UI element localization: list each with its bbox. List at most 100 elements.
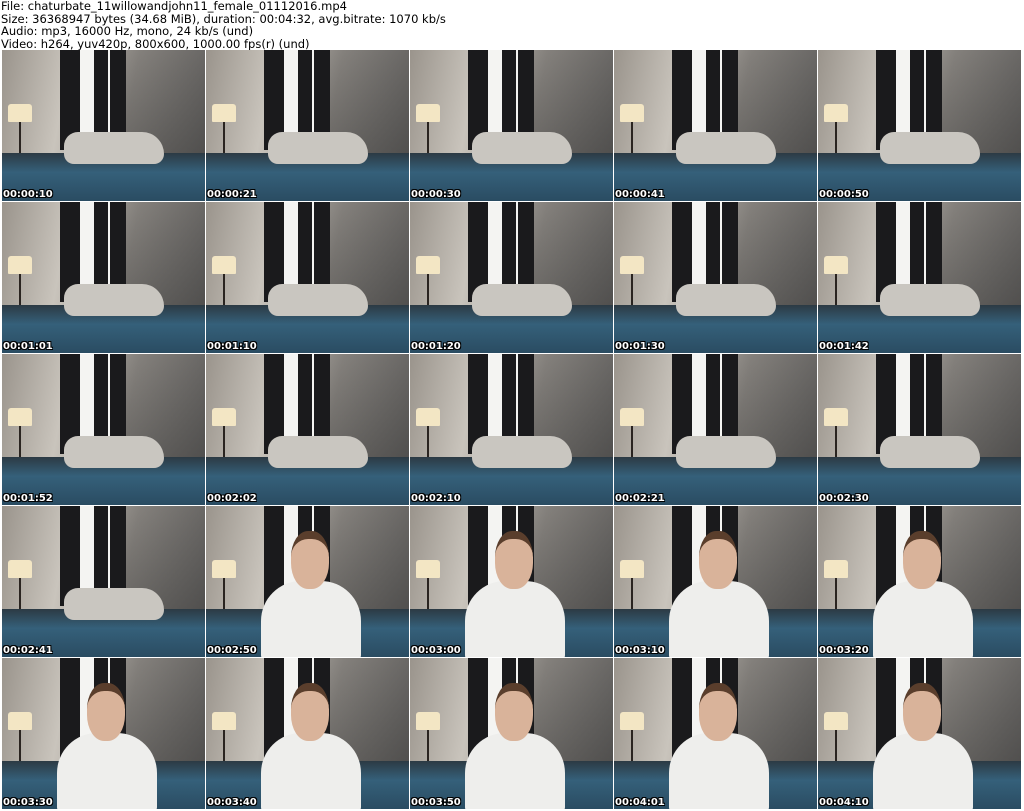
video-thumbnail: 00:02:10: [410, 354, 613, 505]
lamp-stand: [427, 274, 429, 306]
timestamp: 00:00:10: [3, 189, 53, 200]
person: [654, 526, 784, 657]
video-thumbnail: 00:01:52: [2, 354, 205, 505]
video-thumbnail: 00:03:30: [2, 658, 205, 809]
person: [450, 526, 580, 657]
timestamp: 00:01:30: [615, 341, 665, 352]
video-thumbnail: 00:02:50: [206, 506, 409, 657]
lamp-stand: [835, 578, 837, 610]
pillows: [64, 588, 164, 620]
video-thumbnail: 00:01:30: [614, 202, 817, 353]
video-thumbnail: 00:03:20: [818, 506, 1021, 657]
video-thumbnail: 00:01:20: [410, 202, 613, 353]
timestamp: 00:00:41: [615, 189, 665, 200]
lamp: [212, 408, 236, 426]
timestamp: 00:03:20: [819, 645, 869, 656]
file-name: File: chaturbate_11willowandjohn11_femal…: [1, 0, 347, 13]
lamp-stand: [19, 730, 21, 762]
pillows: [472, 284, 572, 316]
video-thumbnail: 00:04:01: [614, 658, 817, 809]
pillows: [472, 132, 572, 164]
video-thumbnail: 00:02:30: [818, 354, 1021, 505]
person: [858, 526, 988, 657]
lamp: [620, 712, 644, 730]
timestamp: 00:03:50: [411, 797, 461, 808]
video-thumbnail: 00:02:41: [2, 506, 205, 657]
video-thumbnail: 00:02:21: [614, 354, 817, 505]
lamp: [620, 408, 644, 426]
timestamp: 00:00:21: [207, 189, 257, 200]
timestamp: 00:01:42: [819, 341, 869, 352]
lamp: [8, 560, 32, 578]
timestamp: 00:00:30: [411, 189, 461, 200]
pillows: [472, 436, 572, 468]
lamp-stand: [835, 274, 837, 306]
lamp-stand: [631, 730, 633, 762]
lamp: [212, 256, 236, 274]
person: [246, 526, 376, 657]
timestamp: 00:04:01: [615, 797, 665, 808]
lamp-stand: [19, 426, 21, 458]
person: [42, 678, 172, 809]
lamp: [620, 256, 644, 274]
lamp: [620, 104, 644, 122]
pillows: [880, 436, 980, 468]
lamp: [824, 408, 848, 426]
pillows: [676, 284, 776, 316]
lamp-stand: [427, 578, 429, 610]
lamp-stand: [223, 730, 225, 762]
video-info: Video: h264, yuv420p, 800x600, 1000.00 f…: [1, 36, 310, 51]
lamp-stand: [427, 122, 429, 154]
lamp: [416, 256, 440, 274]
video-thumbnail: 00:00:21: [206, 50, 409, 201]
lamp: [416, 104, 440, 122]
lamp-stand: [835, 730, 837, 762]
video-thumbnail: 00:00:41: [614, 50, 817, 201]
file-info-header: File: chaturbate_11willowandjohn11_femal…: [1, 0, 446, 50]
lamp-stand: [223, 274, 225, 306]
person: [246, 678, 376, 809]
lamp: [416, 408, 440, 426]
timestamp: 00:00:50: [819, 189, 869, 200]
timestamp: 00:03:10: [615, 645, 665, 656]
timestamp: 00:02:10: [411, 493, 461, 504]
audio-info: Audio: mp3, 16000 Hz, mono, 24 kb/s (und…: [1, 24, 254, 38]
pillows: [676, 132, 776, 164]
lamp: [824, 560, 848, 578]
lamp-stand: [223, 426, 225, 458]
lamp: [416, 560, 440, 578]
lamp-stand: [835, 426, 837, 458]
pillows: [64, 284, 164, 316]
lamp-stand: [631, 426, 633, 458]
timestamp: 00:01:52: [3, 493, 53, 504]
video-thumbnail: 00:03:40: [206, 658, 409, 809]
video-thumbnail: 00:03:10: [614, 506, 817, 657]
video-thumbnail: 00:01:10: [206, 202, 409, 353]
lamp-stand: [19, 578, 21, 610]
lamp-stand: [19, 274, 21, 306]
timestamp: 00:04:10: [819, 797, 869, 808]
lamp: [620, 560, 644, 578]
timestamp: 00:03:30: [3, 797, 53, 808]
video-thumbnail: 00:04:10: [818, 658, 1021, 809]
lamp: [824, 712, 848, 730]
lamp-stand: [427, 730, 429, 762]
lamp: [8, 256, 32, 274]
pillows: [880, 132, 980, 164]
lamp-stand: [835, 122, 837, 154]
timestamp: 00:02:41: [3, 645, 53, 656]
video-thumbnail: 00:01:42: [818, 202, 1021, 353]
video-thumbnail: 00:03:00: [410, 506, 613, 657]
person: [654, 678, 784, 809]
lamp-stand: [223, 122, 225, 154]
pillows: [268, 284, 368, 316]
pillows: [64, 132, 164, 164]
person: [858, 678, 988, 809]
lamp-stand: [223, 578, 225, 610]
lamp: [212, 104, 236, 122]
lamp: [8, 104, 32, 122]
video-thumbnail: 00:03:50: [410, 658, 613, 809]
person: [450, 678, 580, 809]
lamp: [824, 104, 848, 122]
lamp-stand: [19, 122, 21, 154]
